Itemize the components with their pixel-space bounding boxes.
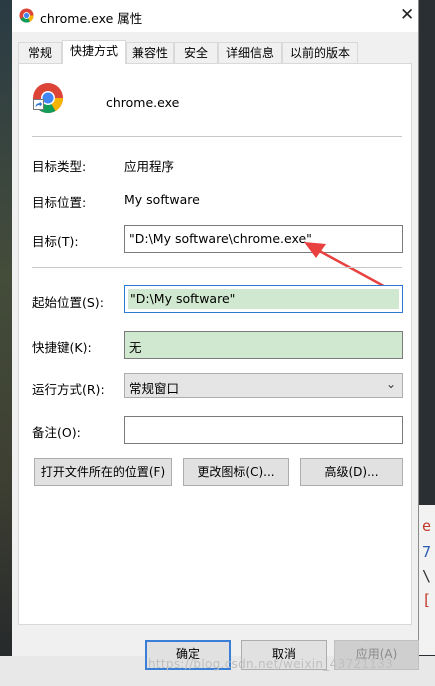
start-in-label: 起始位置(S): [32, 295, 104, 310]
target-label: 目标(T): [32, 234, 79, 249]
start-in-input[interactable]: "D:\My software" [124, 285, 403, 313]
divider [32, 136, 402, 137]
run-select[interactable]: 常规窗口 ⌄ [124, 373, 403, 398]
advanced-button[interactable]: 高级(D)... [300, 458, 403, 486]
shortcut-arrow-icon [33, 99, 44, 110]
tab-details[interactable]: 详细信息 [218, 42, 282, 63]
hotkey-input[interactable]: 无 [124, 331, 403, 359]
tab-security[interactable]: 安全 [174, 42, 218, 63]
divider [32, 267, 402, 268]
run-select-value: 常规窗口 [129, 381, 180, 396]
hotkey-label: 快捷键(K): [32, 340, 92, 355]
shortcut-name: chrome.exe [106, 95, 180, 110]
title-bar: chrome.exe 属性 ✕ [12, 0, 418, 32]
watermark: https://blog.csdn.net/weixin_43721133 [148, 657, 394, 671]
target-type-value: 应用程序 [124, 159, 175, 174]
start-in-value: "D:\My software" [128, 289, 399, 309]
target-type-label: 目标类型: [32, 159, 87, 174]
properties-dialog: chrome.exe 属性 ✕ 常规 快捷方式 兼容性 安全 详细信息 以前的版… [12, 0, 419, 670]
close-icon[interactable]: ✕ [400, 5, 414, 25]
run-label: 运行方式(R): [32, 382, 105, 397]
open-file-location-button[interactable]: 打开文件所在的位置(F) [34, 458, 172, 486]
bg-char: 7 [422, 543, 432, 561]
chevron-down-icon: ⌄ [385, 377, 396, 391]
bg-char: \ [422, 567, 432, 585]
window-title: chrome.exe 属性 [40, 11, 143, 26]
target-location-label: 目标位置: [32, 195, 87, 210]
tab-compatibility[interactable]: 兼容性 [126, 42, 174, 63]
comment-label: 备注(O): [32, 425, 81, 440]
chrome-icon [19, 8, 34, 23]
tab-general[interactable]: 常规 [18, 42, 62, 63]
target-location-value: My software [124, 192, 200, 207]
tab-shortcut[interactable]: 快捷方式 [62, 40, 126, 64]
change-icon-button[interactable]: 更改图标(C)... [183, 458, 289, 486]
background-editor-fragment: e 7 \ [ [419, 505, 435, 655]
comment-input[interactable] [124, 416, 403, 444]
bg-char: [ [422, 591, 432, 609]
tab-previous-versions[interactable]: 以前的版本 [282, 42, 358, 63]
bg-char: e [422, 517, 432, 535]
desktop-background-left [0, 0, 12, 686]
